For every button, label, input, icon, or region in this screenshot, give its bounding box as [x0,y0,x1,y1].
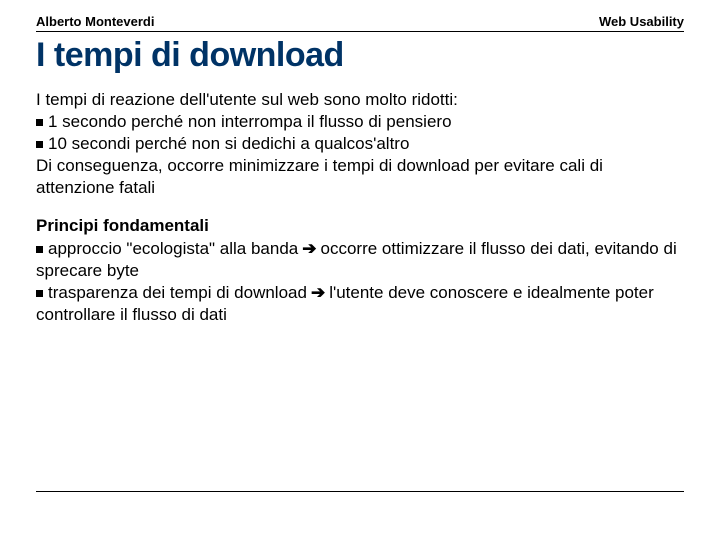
square-bullet-icon [36,246,43,253]
bullet-item: trasparenza dei tempi di download➔l'uten… [36,282,684,326]
arrow-icon: ➔ [302,239,316,258]
author-name: Alberto Monteverdi [36,14,154,29]
bullet-item: approccio "ecologista" alla banda➔occorr… [36,238,684,282]
slide-topic: Web Usability [599,14,684,29]
slide-title: I tempi di download [36,36,684,75]
paragraph-1: I tempi di reazione dell'utente sul web … [36,89,684,199]
intro-line: I tempi di reazione dell'utente sul web … [36,89,684,111]
paragraph-2: Principi fondamentali approccio "ecologi… [36,215,684,325]
square-bullet-icon [36,141,43,148]
bullet-text: 1 secondo perché non interrompa il fluss… [48,112,452,131]
bullet-text-before: trasparenza dei tempi di download [48,283,307,302]
subheading: Principi fondamentali [36,215,684,237]
square-bullet-icon [36,290,43,297]
bullet-item: 10 secondi perché non si dedichi a qualc… [36,133,684,155]
bullet-item: 1 secondo perché non interrompa il fluss… [36,111,684,133]
bullet-text: 10 secondi perché non si dedichi a qualc… [48,134,409,153]
footer-divider [36,491,684,492]
trailing-text: Di conseguenza, occorre minimizzare i te… [36,155,684,199]
slide-header: Alberto Monteverdi Web Usability [36,14,684,32]
slide-body: I tempi di reazione dell'utente sul web … [36,89,684,326]
square-bullet-icon [36,119,43,126]
arrow-icon: ➔ [311,283,325,302]
bullet-text-before: approccio "ecologista" alla banda [48,239,298,258]
